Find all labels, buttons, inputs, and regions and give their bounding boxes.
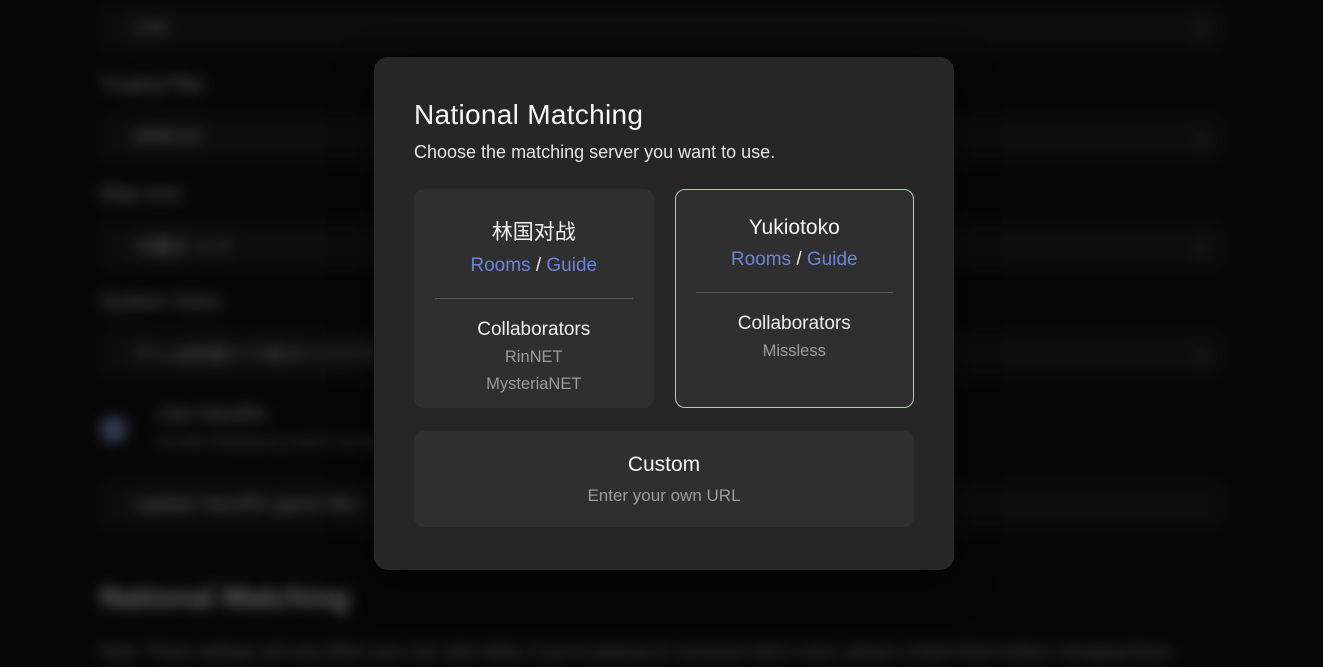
collaborator-name: Missless — [676, 341, 914, 362]
collaborator-name: RinNET — [415, 347, 653, 368]
national-matching-modal: National Matching Choose the matching se… — [374, 57, 954, 570]
card-divider — [435, 298, 633, 299]
custom-card-subtitle: Enter your own URL — [414, 486, 914, 506]
collaborators-label: Collaborators — [415, 319, 653, 341]
server-card-linguo[interactable]: 林国对战 Rooms / Guide Collaborators RinNET … — [414, 189, 654, 408]
server-name: Yukiotoko — [676, 216, 914, 240]
server-links: Rooms / Guide — [415, 255, 653, 277]
guide-link[interactable]: Guide — [546, 255, 597, 276]
custom-card-title: Custom — [414, 453, 914, 477]
rooms-link[interactable]: Rooms — [470, 255, 530, 276]
rooms-link[interactable]: Rooms — [731, 249, 791, 270]
guide-link[interactable]: Guide — [807, 249, 858, 270]
server-links: Rooms / Guide — [676, 249, 914, 271]
collaborator-name: MysteriaNET — [415, 374, 653, 395]
custom-server-card[interactable]: Custom Enter your own URL — [414, 431, 914, 527]
modal-subtitle: Choose the matching server you want to u… — [414, 142, 914, 163]
server-options-grid: 林国对战 Rooms / Guide Collaborators RinNET … — [414, 189, 914, 408]
server-name: 林国对战 — [415, 216, 653, 246]
card-divider — [696, 292, 894, 293]
link-separator: / — [791, 249, 807, 270]
server-card-yukiotoko[interactable]: Yukiotoko Rooms / Guide Collaborators Mi… — [675, 189, 915, 408]
collaborators-label: Collaborators — [676, 313, 914, 335]
modal-title: National Matching — [414, 99, 914, 131]
link-separator: / — [531, 255, 547, 276]
